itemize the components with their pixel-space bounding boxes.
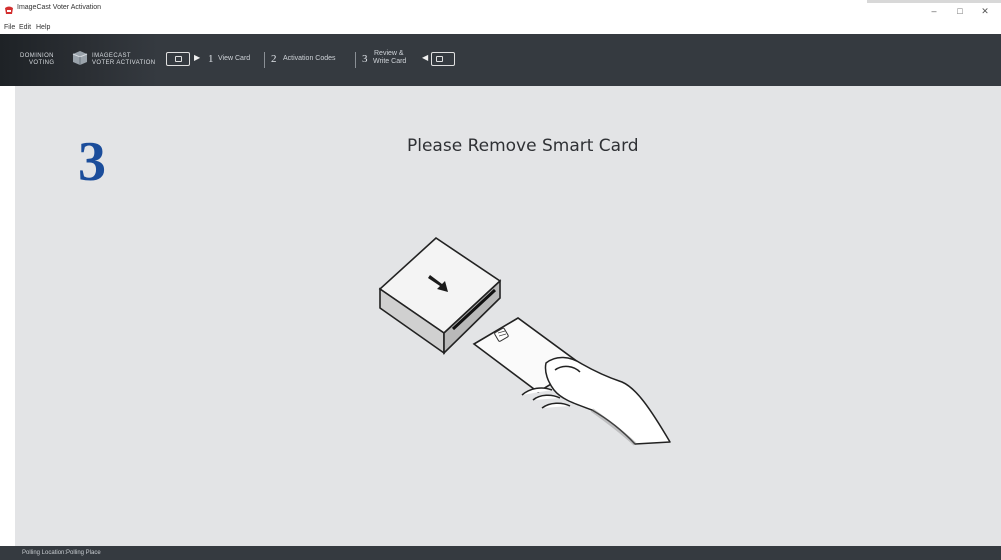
app-icon	[5, 6, 13, 14]
header-toolbar: DOMINION VOTING IMAGECAST VOTER ACTIVATI…	[0, 34, 1001, 86]
minimize-button[interactable]: –	[926, 6, 942, 16]
current-step-indicator: 3	[78, 131, 106, 193]
status-bar: Polling Location: Polling Place	[0, 546, 1001, 560]
step-1-number: 1	[208, 53, 214, 65]
card-inserted-icon	[166, 52, 190, 66]
menu-bar: File Edit Help	[0, 22, 1001, 34]
brand-voting: VOTING	[29, 60, 55, 66]
arrow-right-icon: ▶	[194, 53, 201, 62]
menu-file[interactable]: File	[4, 24, 15, 31]
step-2-number: 2	[271, 53, 277, 65]
step-2-label: Activation Codes	[283, 55, 336, 62]
step-divider	[355, 52, 356, 68]
menu-help[interactable]: Help	[36, 24, 50, 31]
title-bar: ImageCast Voter Activation – □ ✕	[0, 0, 1001, 22]
close-button[interactable]: ✕	[977, 6, 993, 16]
arrow-left-icon: ◀	[422, 53, 429, 62]
page-heading: Please Remove Smart Card	[407, 136, 639, 156]
card-removed-icon	[431, 52, 455, 66]
remove-smart-card-illustration	[378, 236, 671, 446]
step-3-number: 3	[362, 53, 368, 65]
polling-location-label: Polling Location:	[22, 550, 67, 556]
step-1-label: View Card	[218, 55, 251, 62]
card-reader-icon	[378, 236, 502, 355]
polling-location-value: Polling Place	[66, 550, 101, 556]
left-margin	[0, 86, 15, 546]
window-title: ImageCast Voter Activation	[17, 4, 102, 11]
brand-voter-activation: VOTER ACTIVATION	[92, 60, 156, 66]
dominion-logo-icon	[72, 51, 88, 65]
step-3-label-line1: Review &	[374, 50, 404, 57]
step-divider	[264, 52, 265, 68]
title-bar-shade	[867, 0, 1001, 3]
menu-edit[interactable]: Edit	[19, 24, 31, 31]
brand-area: DOMINION VOTING IMAGECAST VOTER ACTIVATI…	[0, 34, 158, 86]
brand-dominion: DOMINION	[20, 53, 54, 59]
step-3-label-line2: Write Card	[373, 58, 407, 65]
brand-imagecast: IMAGECAST	[92, 53, 131, 59]
maximize-button[interactable]: □	[952, 6, 968, 16]
